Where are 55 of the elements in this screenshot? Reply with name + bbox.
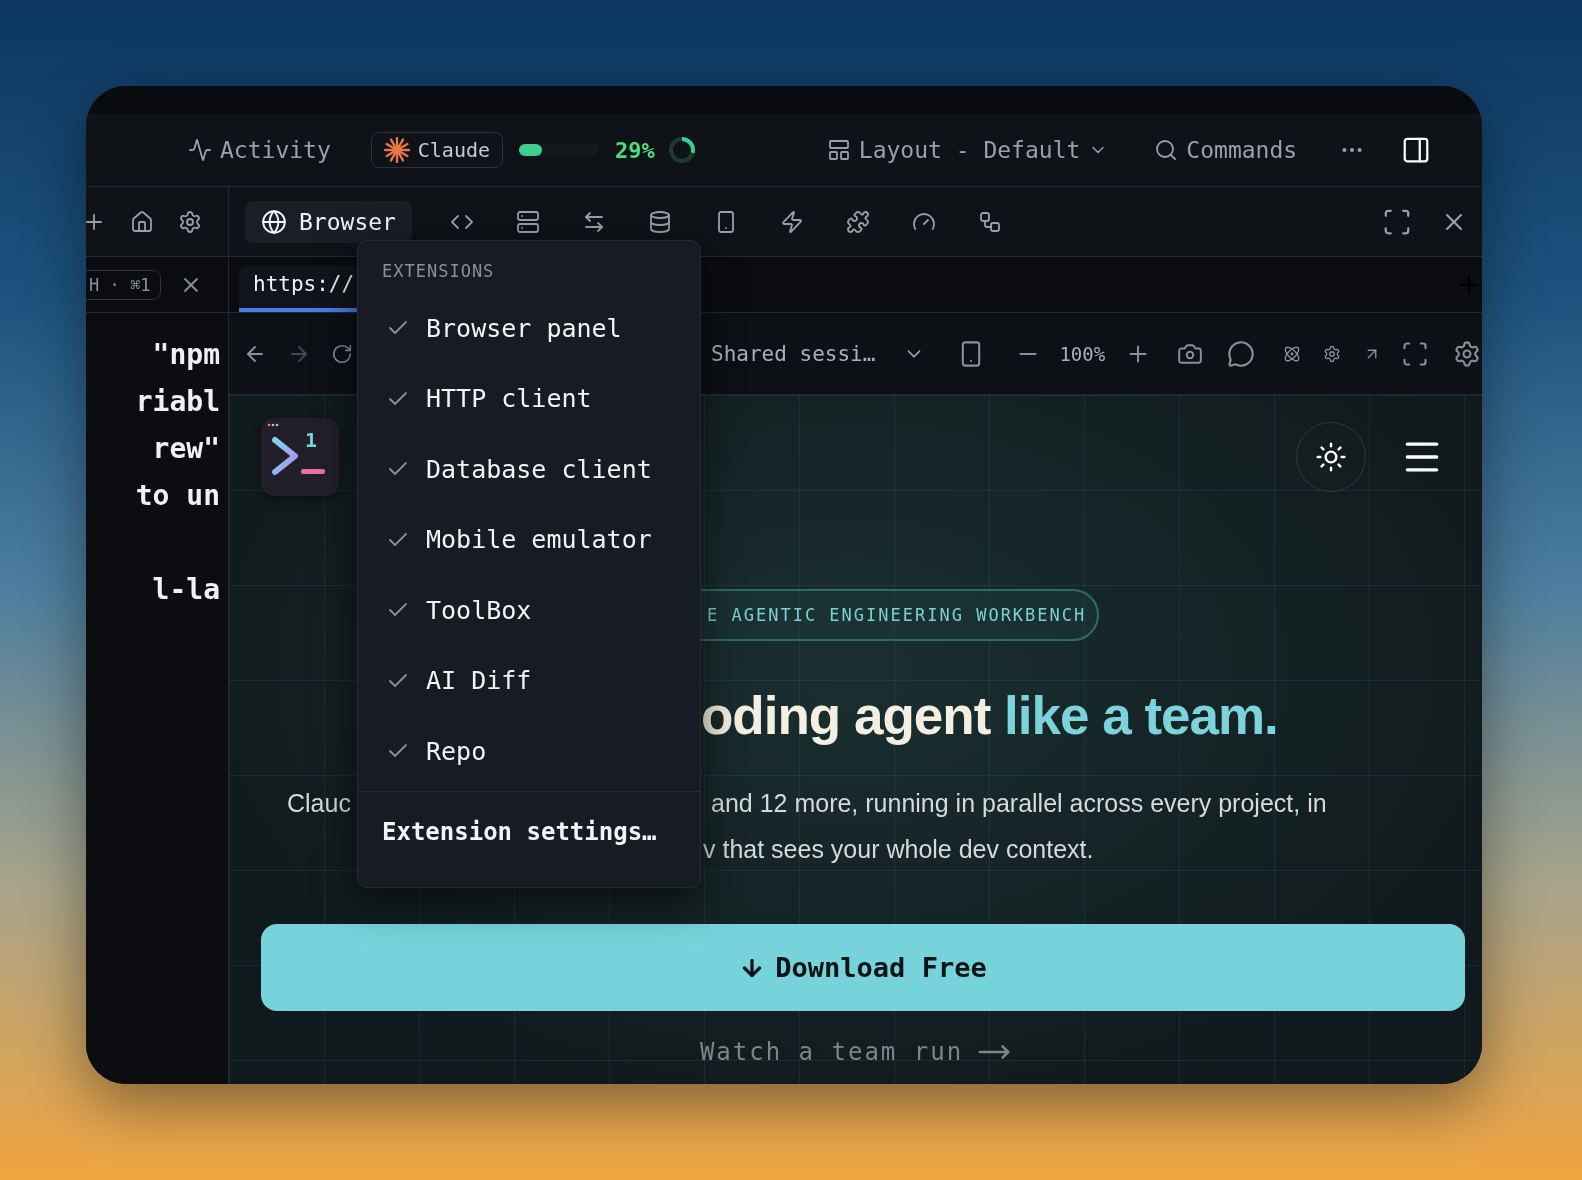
menu-item-label: Database client xyxy=(426,454,652,484)
session-chip[interactable]: H · ⌘1 xyxy=(86,269,162,300)
code-line: "npm xyxy=(151,337,220,373)
settings-icon[interactable] xyxy=(178,209,202,234)
chat-icon[interactable] xyxy=(1227,339,1256,368)
search-icon xyxy=(1154,138,1179,162)
activity-button[interactable]: Activity xyxy=(188,137,331,163)
server-icon[interactable] xyxy=(515,209,540,234)
home-icon[interactable] xyxy=(130,209,154,234)
menu-item-label: ToolBox xyxy=(426,595,532,625)
menu-item[interactable]: HTTP client xyxy=(358,363,700,434)
layout-dropdown[interactable]: Layout - Default xyxy=(826,137,1109,163)
paragraph-line: v that sees your whole dev context. xyxy=(703,834,1094,865)
watch-link[interactable]: Watch a team run xyxy=(699,1035,1012,1069)
progress-reading: 29% xyxy=(615,137,655,163)
code-line: rew" xyxy=(151,431,220,467)
paragraph-fragment: Clauc xyxy=(287,788,351,819)
paragraph-line: and 12 more, running in parallel across every project, in xyxy=(711,788,1327,819)
menu-item[interactable]: Mobile emulator xyxy=(358,504,700,575)
menu-item-label: HTTP client xyxy=(426,384,592,414)
code-line: to un xyxy=(134,478,220,514)
globe-icon xyxy=(261,208,287,235)
sun-icon xyxy=(1315,441,1347,473)
atom-icon[interactable] xyxy=(1283,344,1302,363)
menu-item[interactable]: Database client xyxy=(358,434,700,505)
session-dropdown[interactable]: Shared sessi… xyxy=(711,341,926,366)
database-icon[interactable] xyxy=(647,209,672,234)
settings-icon[interactable] xyxy=(1453,339,1482,368)
menu-item-label: Repo xyxy=(426,736,487,766)
progress-ring-icon xyxy=(666,135,697,165)
code-line: l-la xyxy=(151,572,220,608)
commands-button[interactable]: Commands xyxy=(1154,137,1298,163)
menu-item[interactable]: Repo xyxy=(358,716,700,787)
activity-icon xyxy=(188,138,212,162)
download-button[interactable]: Download Free xyxy=(261,924,1465,1011)
menu-header: EXTENSIONS xyxy=(381,261,496,281)
zoom-level: 100% xyxy=(1059,342,1106,365)
layout-icon xyxy=(826,138,851,162)
logo-number: 1 xyxy=(305,428,318,452)
agent-chip[interactable]: Claude xyxy=(370,132,504,168)
settings-icon[interactable] xyxy=(1323,344,1342,363)
menu-item-label: AI Diff xyxy=(426,666,532,696)
menu-item-label: Browser panel xyxy=(426,313,622,343)
puzzle-icon[interactable] xyxy=(845,209,870,234)
browser-tab[interactable]: Browser xyxy=(245,200,412,243)
starburst-icon xyxy=(383,137,410,163)
code-line: riabl xyxy=(134,384,220,420)
extension-settings-item[interactable]: Extension settings… xyxy=(358,791,700,846)
lightning-icon[interactable] xyxy=(779,209,804,234)
menu-item-label: Mobile emulator xyxy=(426,525,652,555)
reload-icon[interactable] xyxy=(331,342,353,365)
fullscreen-icon[interactable] xyxy=(1401,339,1430,368)
workflow-icon[interactable] xyxy=(977,209,1002,234)
menu-item[interactable]: AI Diff xyxy=(358,645,700,716)
headline: oding agent like a team. xyxy=(701,685,1279,746)
